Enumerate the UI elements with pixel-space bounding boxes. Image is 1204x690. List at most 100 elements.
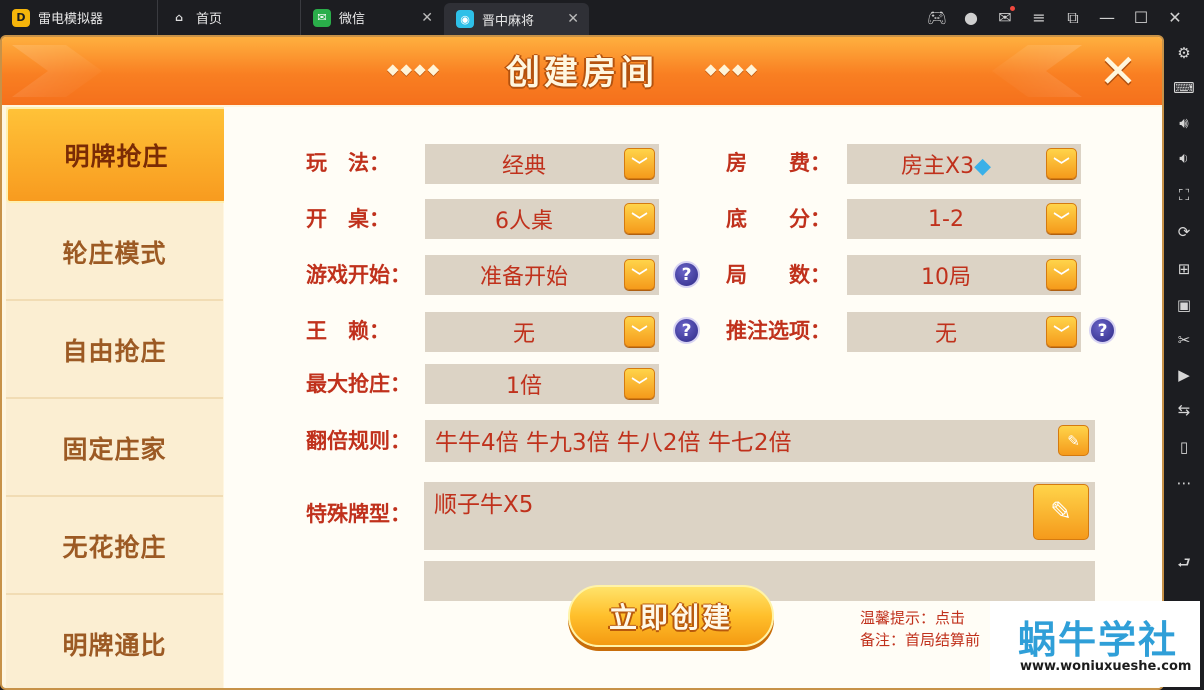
fanbei-label: 翻倍规则： <box>306 429 411 453</box>
wechat-icon: ✉ <box>313 8 331 27</box>
sync-icon[interactable]: ⟳ <box>1164 217 1204 247</box>
window-controls: 🎮︎ ● ✉ ≡ ⧉ — ☐ ✕ <box>920 0 1192 35</box>
maximize-icon[interactable]: ☐ <box>1124 8 1158 27</box>
keyboard-icon[interactable]: ⌨ <box>1164 73 1204 103</box>
game-window: ◆◆◆◆ 创建房间 ◆◆◆◆ ✕ 明牌抢庄 轮庄模式 自由抢庄 固定庄家 无花抢… <box>0 35 1164 690</box>
home-icon: ⌂ <box>175 11 183 24</box>
chevron-down-icon[interactable]: ﹀ <box>624 259 655 290</box>
dialog-header: ◆◆◆◆ 创建房间 ◆◆◆◆ ✕ <box>2 37 1162 105</box>
chevron-down-icon[interactable]: ﹀ <box>1046 203 1077 234</box>
jushu-label: 局 数： <box>726 263 831 287</box>
tip-line: 温馨提示：点击 <box>860 609 966 627</box>
tab-label: 雷电模拟器 <box>38 12 104 27</box>
kaizhuo-select[interactable]: 6人桌 ﹀ <box>425 199 659 239</box>
note-line: 备注：首局结算前 <box>860 631 981 649</box>
wanglai-label: 王 赖： <box>306 319 390 343</box>
mode-item-active[interactable]: 明牌抢庄 <box>6 107 227 203</box>
jushu-select[interactable]: 10局 ﹀ <box>847 255 1081 295</box>
difen-select[interactable]: 1-2 ﹀ <box>847 199 1081 239</box>
chevron-down-icon[interactable]: ﹀ <box>624 316 655 347</box>
game-app-icon: ◉ <box>456 10 474 28</box>
help-icon[interactable]: ? <box>1089 317 1116 344</box>
kaishi-select[interactable]: 准备开始 ﹀ <box>425 255 659 295</box>
close-tab-icon[interactable]: ✕ <box>421 10 433 26</box>
teshu-value: 顺子牛X5 <box>434 492 534 518</box>
watermark-text: 蜗牛学社 <box>1018 618 1179 662</box>
kaizhuo-value: 6人桌 <box>495 209 553 234</box>
close-window-icon[interactable]: ✕ <box>1158 8 1192 27</box>
difen-label: 底 分： <box>726 207 831 231</box>
menu-icon[interactable]: ≡ <box>1022 8 1056 27</box>
apk-install-icon[interactable]: ▣ <box>1164 290 1204 320</box>
fanbei-value: 牛牛4倍 牛九3倍 牛八2倍 牛七2倍 <box>435 430 792 456</box>
tab-leidian[interactable]: D 雷电模拟器 <box>0 0 155 35</box>
minimize-icon[interactable]: — <box>1090 8 1124 27</box>
volume-up-icon[interactable]: 🔊︎ <box>1164 108 1204 138</box>
diamond-icon: ◆ <box>974 154 991 179</box>
tab-label: 微信 <box>339 12 366 27</box>
wanfa-label: 玩 法： <box>306 151 390 175</box>
back-icon[interactable]: ⮐ <box>1164 550 1204 580</box>
tuizhu-label: 推注选项： <box>726 319 831 343</box>
kaishi-value: 准备开始 <box>479 265 568 290</box>
share-icon[interactable]: ⇆ <box>1164 395 1204 425</box>
edit-pin-icon[interactable]: ✎ <box>1058 425 1089 456</box>
kaizhuo-label: 开 桌： <box>306 207 390 231</box>
tab-wechat[interactable]: ✉ 微信 ✕ <box>300 0 443 35</box>
gamepad-icon[interactable]: 🎮︎ <box>920 8 954 27</box>
emulator-toolbar: ⚙ ⌨ 🔊︎ 🔉︎ ⛶ ⟳ ⊞ ▣ ✂ ▶ ⇆ ▯ ⋯ ⮐ <box>1164 35 1204 690</box>
restore-icon[interactable]: ⧉ <box>1056 8 1090 28</box>
chevron-down-icon[interactable]: ﹀ <box>624 203 655 234</box>
teshu-label: 特殊牌型： <box>306 502 411 526</box>
mode-item[interactable]: 无花抢庄 <box>6 499 223 595</box>
qiangzhuang-label: 最大抢庄： <box>306 372 411 396</box>
wanfa-value: 经典 <box>501 154 546 179</box>
help-icon[interactable]: ? <box>673 317 700 344</box>
scissors-icon[interactable]: ✂ <box>1164 325 1204 355</box>
more-icon[interactable]: ⋯ <box>1164 468 1204 498</box>
add-icon[interactable]: ⊞ <box>1164 254 1204 284</box>
fangfei-select[interactable]: 房主X3◆ ﹀ <box>847 144 1081 184</box>
video-record-icon[interactable]: ▶ <box>1164 360 1204 390</box>
account-icon[interactable]: ● <box>954 8 988 27</box>
qiangzhuang-select[interactable]: 1倍 ﹀ <box>425 364 659 404</box>
mode-item[interactable]: 明牌通比 <box>6 597 223 688</box>
close-dialog-icon[interactable]: ✕ <box>1092 44 1144 98</box>
leidian-logo-icon: D <box>12 8 30 27</box>
watermark-url: www.woniuxueshe.com <box>1020 659 1192 674</box>
tab-label: 晋中麻将 <box>482 13 535 29</box>
emulator-titlebar: D 雷电模拟器 ⌂ 首页 ✉ 微信 ✕ ◉ 晋中麻将 ✕ 🎮︎ ● ✉ ≡ ⧉ … <box>0 0 1204 35</box>
settings-icon[interactable]: ⚙ <box>1164 38 1204 68</box>
kaishi-label: 游戏开始： <box>306 263 411 287</box>
mode-list: 明牌抢庄 轮庄模式 自由抢庄 固定庄家 无花抢庄 明牌通比 <box>6 107 227 688</box>
create-room-button[interactable]: 立即创建 <box>568 585 774 647</box>
chevron-down-icon[interactable]: ﹀ <box>624 148 655 179</box>
chevron-down-icon[interactable]: ﹀ <box>624 368 655 399</box>
chevron-down-icon[interactable]: ﹀ <box>1046 259 1077 290</box>
teshu-field[interactable]: 顺子牛X5 <box>424 482 1095 550</box>
tab-label: 首页 <box>196 12 223 27</box>
volume-down-icon[interactable]: 🔉︎ <box>1164 143 1204 173</box>
chevron-down-icon[interactable]: ﹀ <box>1046 316 1077 347</box>
chevron-down-icon[interactable]: ﹀ <box>1046 148 1077 179</box>
header-decoration-right: ◆◆◆◆ <box>705 60 760 78</box>
wanfa-select[interactable]: 经典 ﹀ <box>425 144 659 184</box>
tuizhu-select[interactable]: 无 ﹀ <box>847 312 1081 352</box>
help-icon[interactable]: ? <box>673 261 700 288</box>
mail-icon[interactable]: ✉ <box>988 6 1022 27</box>
edit-pin-icon[interactable]: ✎ <box>1033 484 1089 540</box>
shake-icon[interactable]: ▯ <box>1164 432 1204 462</box>
fanbei-field[interactable]: 牛牛4倍 牛九3倍 牛八2倍 牛七2倍 <box>425 420 1095 462</box>
jushu-value: 10局 <box>921 265 971 290</box>
wanglai-value: 无 <box>512 322 535 347</box>
mode-item[interactable]: 轮庄模式 <box>6 205 223 301</box>
wanglai-select[interactable]: 无 ﹀ <box>425 312 659 352</box>
fullscreen-icon[interactable]: ⛶ <box>1164 180 1204 210</box>
mode-item[interactable]: 固定庄家 <box>6 401 223 497</box>
qiangzhuang-value: 1倍 <box>506 374 542 399</box>
close-tab-icon[interactable]: ✕ <box>567 11 579 27</box>
fangfei-label: 房 费： <box>726 151 831 175</box>
tab-home[interactable]: ⌂ 首页 <box>157 0 299 35</box>
mode-item[interactable]: 自由抢庄 <box>6 303 223 399</box>
tab-game-active[interactable]: ◉ 晋中麻将 ✕ <box>444 3 589 35</box>
